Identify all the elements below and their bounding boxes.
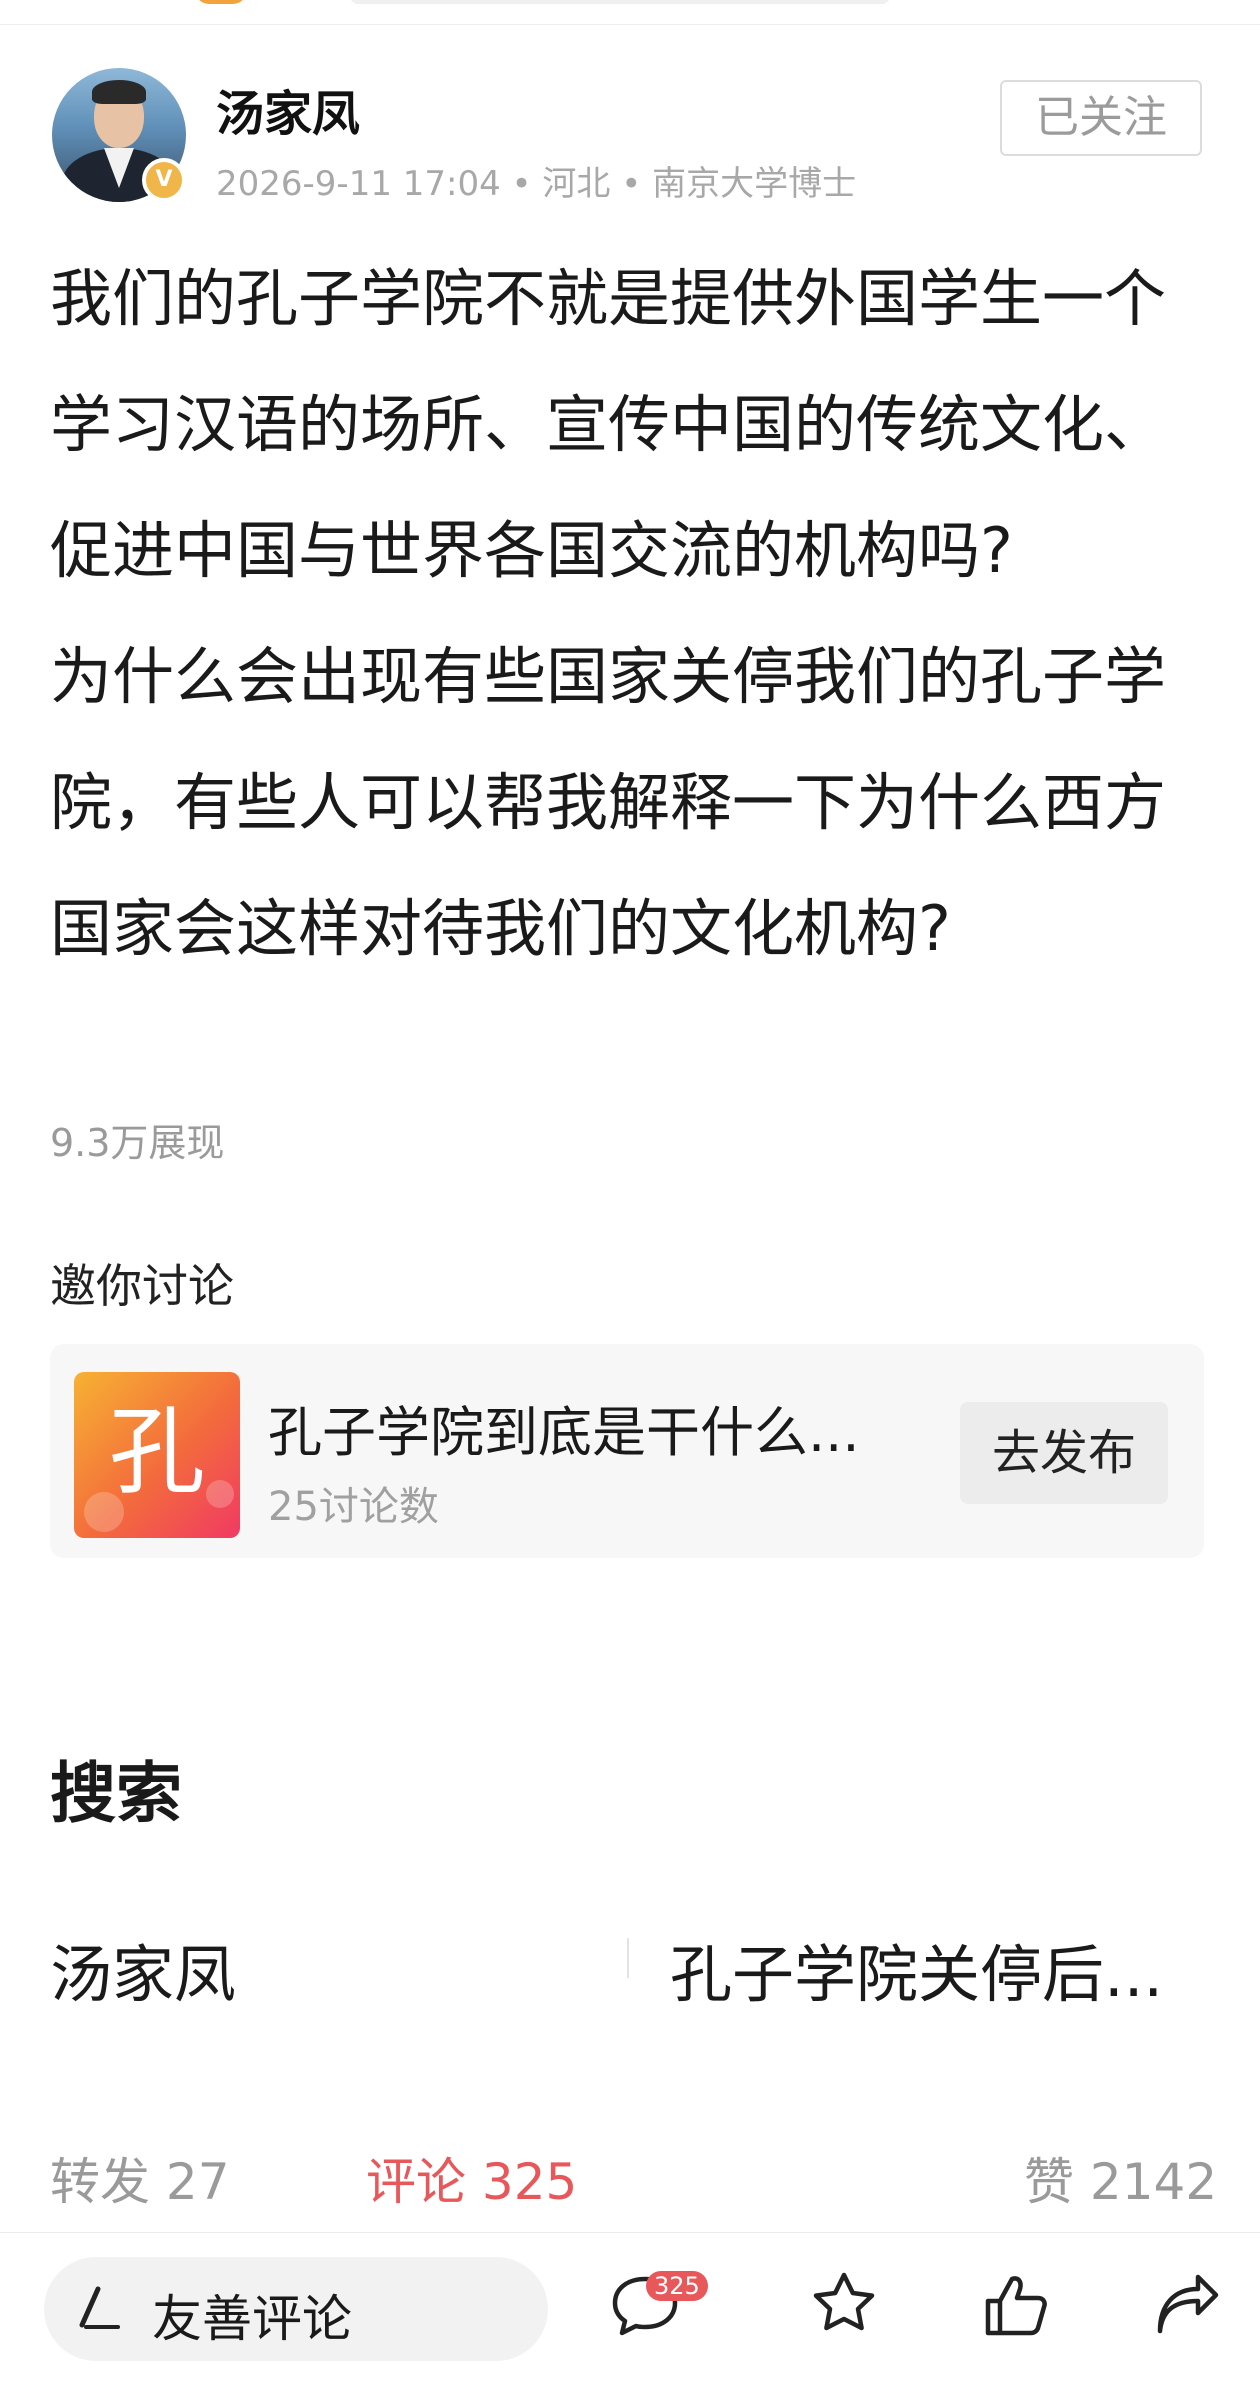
comment-placeholder: 友善评论 (152, 2290, 352, 2348)
top-indicator-dot (195, 0, 247, 4)
top-indicator-bar (350, 0, 890, 4)
invite-discussion-title: 邀你讨论 (50, 1259, 234, 1313)
topic-icon: 孔 (74, 1372, 240, 1538)
post-paragraph: 为什么会出现有些国家关停我们的孔子学院，有些人可以帮我解释一下为什么西方国家会这… (50, 640, 1167, 965)
repost-tab[interactable]: 转发 27 (50, 2142, 230, 2214)
comments-tab[interactable]: 评论 325 (366, 2142, 577, 2214)
top-status-strip (0, 0, 1260, 25)
topic-title[interactable]: 孔子学院到底是干什么... (268, 1388, 860, 1467)
search-suggestion-left[interactable]: 汤家凤 (50, 1924, 236, 2014)
follow-button[interactable]: 已关注 (1000, 80, 1202, 156)
author-name[interactable]: 汤家凤 (216, 74, 360, 144)
divider (627, 1938, 629, 1978)
comment-count-badge: 325 (646, 2271, 708, 2301)
post-meta: 2026-9-11 17:04 • 河北 • 南京大学博士 (216, 164, 857, 204)
pen-icon (79, 2286, 120, 2329)
share-icon[interactable] (1146, 2265, 1226, 2345)
star-icon[interactable] (804, 2265, 884, 2345)
author-header: V 汤家凤 2026-9-11 17:04 • 河北 • 南京大学博士 已关注 (52, 66, 1212, 206)
search-section-title: 搜索 (50, 1755, 182, 1832)
post-body: 我们的孔子学院不就是提供外国学生一个学习汉语的场所、宣传中国的传统文化、促进中国… (50, 236, 1220, 992)
post-paragraph: 我们的孔子学院不就是提供外国学生一个学习汉语的场所、宣传中国的传统文化、促进中国… (50, 262, 1167, 587)
verified-badge-icon: V (142, 158, 186, 202)
comment-input[interactable]: 友善评论 (44, 2257, 548, 2361)
topic-card[interactable]: 孔 孔子学院到底是干什么... 25讨论数 去发布 (50, 1344, 1204, 1558)
publish-button[interactable]: 去发布 (960, 1402, 1168, 1504)
bottom-action-bar: 友善评论 325 (0, 2232, 1260, 2385)
thumbs-up-icon[interactable] (976, 2265, 1056, 2345)
topic-discussion-count: 25讨论数 (268, 1484, 439, 1530)
search-suggestion-right[interactable]: 孔子学院关停后... (670, 1924, 1163, 2014)
likes-tab[interactable]: 赞 2142 (1024, 2142, 1217, 2214)
view-count: 9.3万展现 (50, 1121, 225, 1165)
